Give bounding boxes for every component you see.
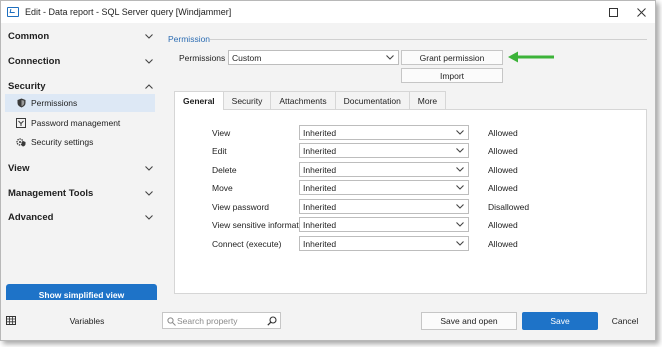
sidebar-section-label: Common <box>8 30 50 42</box>
title-bar: Edit - Data report - SQL Server query [W… <box>1 1 655 23</box>
chevron-down-icon <box>144 31 154 41</box>
chevron-down-icon <box>386 55 394 60</box>
sidebar-section-label: Advanced <box>8 211 54 223</box>
group-divider <box>210 39 647 40</box>
row-status-view-password: Disallowed <box>488 202 530 212</box>
sidebar-section-security[interactable]: Security <box>8 77 154 95</box>
maximize-icon <box>608 7 618 17</box>
chevron-down-icon <box>144 188 154 198</box>
key-icon <box>16 118 26 128</box>
sidebar-section-common[interactable]: Common <box>8 27 154 45</box>
tab-attachments[interactable]: Attachments <box>270 91 336 109</box>
row-label-move: Move <box>212 183 233 193</box>
maximize-button[interactable] <box>599 1 627 23</box>
delete-permission-select[interactable]: Inherited <box>299 162 469 177</box>
bottom-bar: Variables Search property Save and open … <box>1 300 655 340</box>
permissions-select[interactable]: Custom <box>228 50 399 65</box>
group-title: Permission <box>168 34 211 44</box>
chevron-up-icon <box>144 81 154 91</box>
row-label-edit: Edit <box>212 146 227 156</box>
shield-icon <box>16 98 26 108</box>
search-placeholder: Search property <box>177 315 238 326</box>
tab-bar: General Security Attachments Documentati… <box>174 91 447 110</box>
row-status-view: Allowed <box>488 128 518 138</box>
select-value: Inherited <box>303 201 337 212</box>
permissions-label: Permissions <box>179 53 226 63</box>
select-value: Inherited <box>303 182 337 193</box>
permissions-select-value: Custom <box>232 52 262 63</box>
tab-more[interactable]: More <box>408 91 447 109</box>
view-password-permission-select[interactable]: Inherited <box>299 199 469 214</box>
move-permission-select[interactable]: Inherited <box>299 180 469 195</box>
grant-permission-button[interactable]: Grant permission <box>401 50 503 65</box>
grid-icon[interactable] <box>6 316 16 325</box>
close-button[interactable] <box>627 1 655 23</box>
chevron-down-icon <box>456 185 464 190</box>
window-title: Edit - Data report - SQL Server query [W… <box>25 7 232 17</box>
search-button-icon[interactable] <box>267 316 277 326</box>
row-status-delete: Allowed <box>488 165 518 175</box>
sidebar-item-security-settings[interactable]: Security settings <box>5 133 155 151</box>
sidebar: Common Connection Security Permissions P… <box>1 23 161 340</box>
sidebar-section-advanced[interactable]: Advanced <box>8 208 154 226</box>
sidebar-section-management-tools[interactable]: Management Tools <box>8 184 154 202</box>
sidebar-item-label: Security settings <box>31 137 94 147</box>
view-permission-select[interactable]: Inherited <box>299 125 469 140</box>
sidebar-section-label: Connection <box>8 55 61 67</box>
save-button[interactable]: Save <box>522 312 598 330</box>
chevron-down-icon <box>144 56 154 66</box>
save-and-open-button[interactable]: Save and open <box>421 312 517 330</box>
sidebar-item-password-management[interactable]: Password management <box>5 114 155 132</box>
edit-permission-select[interactable]: Inherited <box>299 143 469 158</box>
annotation-arrow-icon <box>508 51 554 63</box>
tab-security[interactable]: Security <box>222 91 272 109</box>
import-button[interactable]: Import <box>401 68 503 83</box>
chevron-down-icon <box>456 241 464 246</box>
row-status-view-sensitive-information: Allowed <box>488 220 518 230</box>
sidebar-item-label: Password management <box>31 118 121 128</box>
tab-general[interactable]: General <box>174 91 224 110</box>
sidebar-section-label: View <box>8 162 30 174</box>
chevron-down-icon <box>456 148 464 153</box>
select-value: Inherited <box>303 145 337 156</box>
tab-content-general: View Inherited Allowed Edit Inherited Al… <box>174 109 647 294</box>
sidebar-section-connection[interactable]: Connection <box>8 52 154 70</box>
select-value: Inherited <box>303 164 337 175</box>
row-status-move: Allowed <box>488 183 518 193</box>
row-status-connect-execute: Allowed <box>488 239 518 249</box>
chevron-down-icon <box>456 222 464 227</box>
search-icon <box>167 317 176 326</box>
sidebar-section-view[interactable]: View <box>8 159 154 177</box>
app-icon <box>7 7 19 17</box>
tab-documentation[interactable]: Documentation <box>334 91 410 109</box>
close-icon <box>636 7 646 17</box>
view-sensitive-information-permission-select[interactable]: Inherited <box>299 217 469 232</box>
sidebar-section-label: Management Tools <box>8 187 94 199</box>
select-value: Inherited <box>303 219 337 230</box>
chevron-down-icon <box>456 130 464 135</box>
chevron-down-icon <box>456 204 464 209</box>
row-label-connect-execute: Connect (execute) <box>212 239 282 249</box>
sidebar-section-label: Security <box>8 80 46 92</box>
sidebar-item-permissions[interactable]: Permissions <box>5 94 155 112</box>
select-value: Inherited <box>303 127 337 138</box>
row-label-delete: Delete <box>212 165 237 175</box>
select-value: Inherited <box>303 238 337 249</box>
row-status-edit: Allowed <box>488 146 518 156</box>
row-label-view: View <box>212 128 231 138</box>
gear-shield-icon <box>16 137 26 147</box>
row-label-view-sensitive-information: View sensitive information <box>212 220 311 230</box>
variables-button[interactable]: Variables <box>21 312 153 329</box>
chevron-down-icon <box>456 167 464 172</box>
cancel-button[interactable]: Cancel <box>601 312 649 330</box>
edit-window: Edit - Data report - SQL Server query [W… <box>0 0 656 341</box>
chevron-down-icon <box>144 163 154 173</box>
chevron-down-icon <box>144 212 154 222</box>
connect-execute-permission-select[interactable]: Inherited <box>299 236 469 251</box>
row-label-view-password: View password <box>212 202 270 212</box>
main-panel: Permission Permissions Custom Grant perm… <box>162 23 655 300</box>
sidebar-item-label: Permissions <box>31 98 78 108</box>
search-property-input[interactable]: Search property <box>162 312 281 329</box>
